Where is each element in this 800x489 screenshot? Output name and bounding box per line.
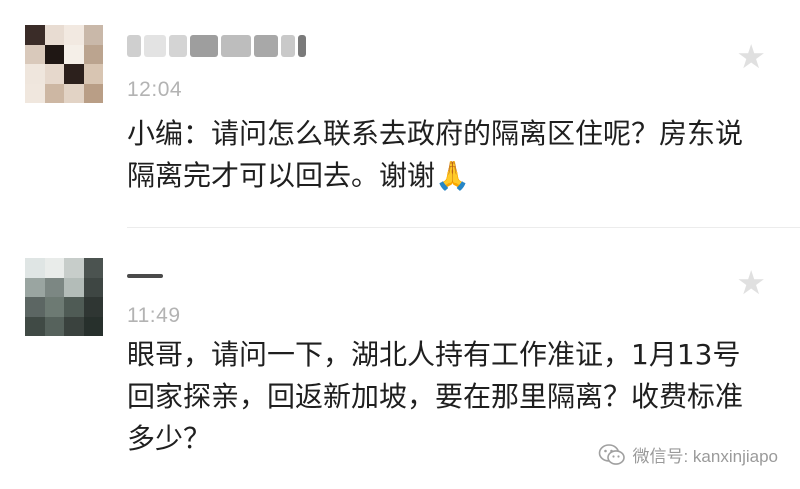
- watermark: 微信号: kanxinjiapo: [598, 442, 778, 467]
- avatar-pixel: [44, 316, 64, 336]
- avatar-pixel: [83, 316, 103, 336]
- avatar-pixel: [83, 25, 103, 45]
- avatar-pixel: [83, 297, 103, 317]
- avatar-pixel: [64, 25, 84, 45]
- comment-item: 12:04 ★ 小编：请问怎么联系去政府的隔离区住呢？房东说隔离完才可以回去。谢…: [0, 0, 800, 228]
- avatar-pixel: [83, 44, 103, 64]
- comment-text: 小编：请问怎么联系去政府的隔离区住呢？房东说隔离完才可以回去。谢谢🙏: [127, 117, 744, 192]
- avatar-pixel: [25, 64, 45, 84]
- blurred-nickname: [127, 33, 306, 59]
- avatar-pixel: [25, 277, 45, 297]
- avatar-pixel: [64, 83, 84, 103]
- avatar-pixel: [83, 83, 103, 103]
- avatar-pixel: [25, 83, 45, 103]
- avatar-pixel: [83, 277, 103, 297]
- avatar-pixel: [64, 258, 84, 278]
- avatar-pixel: [83, 64, 103, 84]
- avatar-pixel: [64, 316, 84, 336]
- avatar-pixel: [44, 44, 64, 64]
- avatar-pixel: [44, 25, 64, 45]
- comment-time: 12:04: [127, 78, 183, 101]
- avatar-pixel: [64, 297, 84, 317]
- avatar-pixel: [44, 83, 64, 103]
- avatar-pixel: [44, 258, 64, 278]
- star-icon[interactable]: ★: [736, 40, 766, 73]
- wechat-logo-icon: [598, 443, 626, 467]
- avatar-pixel: [83, 258, 103, 278]
- avatar-pixel: [25, 25, 45, 45]
- watermark-text: 微信号: kanxinjiapo: [632, 447, 778, 466]
- star-icon[interactable]: ★: [736, 266, 766, 299]
- avatar-pixel: [25, 297, 45, 317]
- avatar-pixel: [64, 64, 84, 84]
- avatar-pixel: [64, 277, 84, 297]
- avatar-pixel: [44, 277, 64, 297]
- avatar[interactable]: [25, 258, 103, 336]
- blurred-nickname: [127, 263, 163, 289]
- avatar-pixel: [25, 258, 45, 278]
- comment-time: 11:49: [127, 304, 181, 327]
- avatar[interactable]: [25, 25, 103, 103]
- avatar-pixel: [64, 44, 84, 64]
- avatar-pixel: [44, 64, 64, 84]
- avatar-pixel: [44, 297, 64, 317]
- avatar-pixel: [25, 44, 45, 64]
- avatar-pixel: [25, 316, 45, 336]
